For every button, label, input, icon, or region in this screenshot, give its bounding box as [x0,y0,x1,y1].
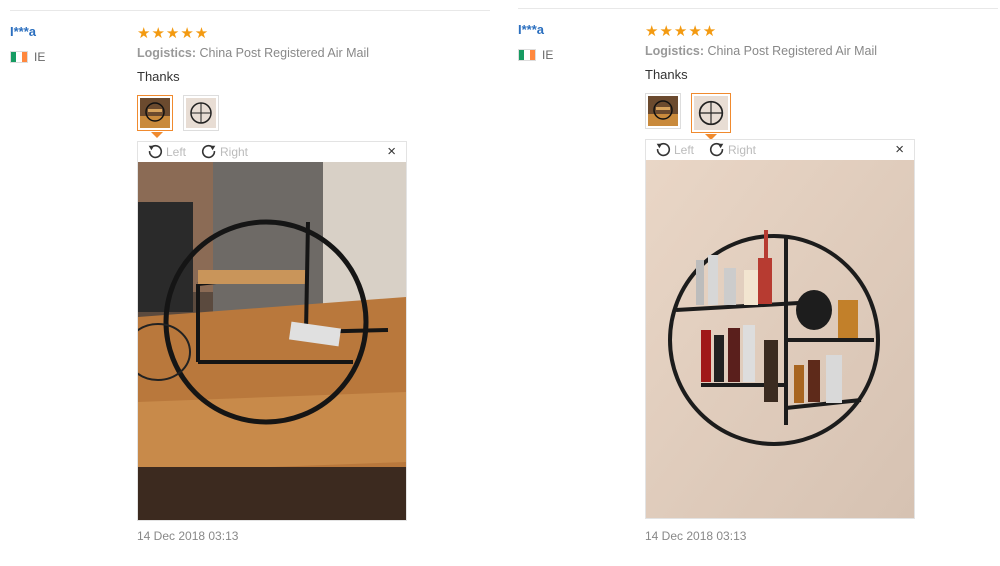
viewer-toolbar: Left Right × [138,142,406,162]
review-photo[interactable] [646,160,914,518]
star-rating: ★★★★★ [137,25,210,42]
image-viewer: Left Right × [645,139,915,519]
review-card-1: I***a IE ★★★★★ Logistics: China Post Reg… [0,0,490,566]
logistics-info: Logistics: China Post Registered Air Mai… [137,46,369,60]
logistics-value: China Post Registered Air Mail [199,46,370,60]
rotate-right-button[interactable]: Right [708,141,756,159]
reviewer-name: I***a [10,24,37,39]
review-photo[interactable] [125,162,406,520]
review-card-2: I***a IE ★★★★★ Logistics: China Post Reg… [508,0,998,566]
rotate-left-icon [148,144,163,159]
ireland-flag-icon [10,51,28,63]
rotate-left-icon [656,142,671,157]
rotate-right-button[interactable]: Right [200,143,248,161]
reviewer-country: IE [518,48,553,62]
divider [518,8,998,9]
thumbnail-1[interactable] [645,93,681,129]
review-date: 14 Dec 2018 03:13 [137,529,239,543]
logistics-value: China Post Registered Air Mail [707,44,878,58]
rotate-left-label: Left [674,143,695,157]
rotate-right-label: Right [220,145,249,159]
review-text: Thanks [645,67,688,82]
rotate-right-icon [201,144,216,159]
divider [10,10,490,11]
viewer-toolbar: Left Right × [646,140,914,160]
reviewer-name: I***a [518,22,545,37]
close-icon[interactable]: × [895,141,904,158]
rotate-right-icon [709,142,724,157]
thumbnail-list [137,95,219,138]
thumbnail-1[interactable] [137,95,173,138]
logistics-label: Logistics: [645,44,705,58]
thumbnail-list [645,93,731,140]
ireland-flag-icon [518,49,536,61]
rotate-left-label: Left [166,145,187,159]
thumbnail-2[interactable] [691,93,731,140]
thumbnail-2[interactable] [183,95,219,131]
reviewer-country: IE [10,50,45,64]
rotate-right-label: Right [728,143,757,157]
logistics-info: Logistics: China Post Registered Air Mai… [645,44,877,58]
image-viewer: Left Right × [125,141,407,521]
rotate-left-button[interactable]: Left [146,143,186,161]
rotate-left-button[interactable]: Left [654,141,694,159]
country-code: IE [34,50,46,64]
country-code: IE [542,48,554,62]
logistics-label: Logistics: [137,46,197,60]
star-rating: ★★★★★ [645,23,718,40]
close-icon[interactable]: × [387,143,396,160]
review-text: Thanks [137,69,180,84]
review-date: 14 Dec 2018 03:13 [645,529,747,543]
